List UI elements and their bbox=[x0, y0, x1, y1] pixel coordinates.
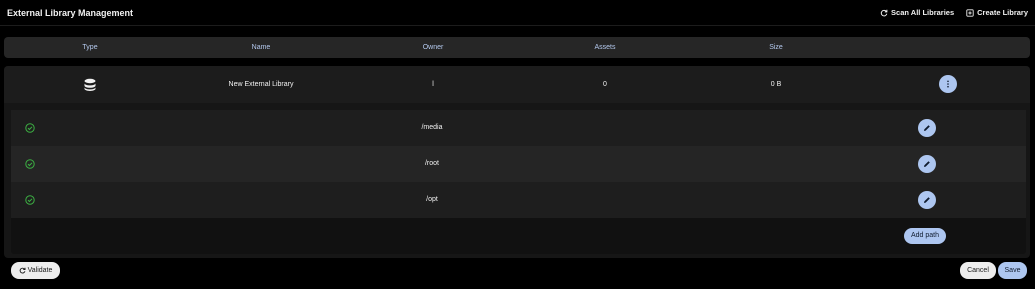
table-header: Type Name Owner Assets Size bbox=[4, 37, 1030, 58]
plus-box-icon bbox=[966, 8, 974, 17]
refresh-icon bbox=[19, 267, 26, 274]
path-row: /root bbox=[11, 146, 1026, 182]
check-circle-icon bbox=[25, 123, 35, 133]
path-value: /opt bbox=[426, 196, 438, 203]
scan-all-libraries-button[interactable]: Scan All Libraries bbox=[880, 8, 954, 17]
library-row[interactable]: New External Library l 0 0 B bbox=[4, 66, 1030, 103]
library-name: New External Library bbox=[228, 81, 294, 88]
create-library-button[interactable]: Create Library bbox=[966, 8, 1028, 17]
pencil-icon bbox=[924, 161, 930, 167]
validate-button[interactable]: Validate bbox=[11, 262, 60, 279]
more-vertical-icon bbox=[947, 80, 949, 88]
column-header-size: Size bbox=[769, 44, 783, 51]
page-title: External Library Management bbox=[7, 7, 134, 18]
path-row: /media bbox=[11, 110, 1026, 146]
save-button[interactable]: Save bbox=[998, 262, 1027, 279]
column-header-owner: Owner bbox=[422, 44, 444, 51]
edit-path-button[interactable] bbox=[918, 119, 936, 137]
check-circle-icon bbox=[25, 195, 35, 205]
pencil-icon bbox=[924, 197, 930, 203]
column-header-assets: Assets bbox=[594, 44, 616, 51]
edit-path-button[interactable] bbox=[918, 155, 936, 173]
scan-all-libraries-label: Scan All Libraries bbox=[891, 8, 955, 17]
path-value: /media bbox=[421, 124, 443, 131]
column-header-type: Type bbox=[82, 44, 98, 51]
edit-path-button[interactable] bbox=[918, 191, 936, 209]
import-paths-panel: /media /root /opt Add path bbox=[11, 110, 1026, 254]
pencil-icon bbox=[924, 125, 930, 131]
refresh-icon bbox=[880, 9, 888, 16]
top-bar: External Library Management Scan All Lib… bbox=[0, 0, 1035, 26]
path-row: /opt bbox=[11, 182, 1026, 218]
create-library-label: Create Library bbox=[977, 8, 1028, 17]
database-icon bbox=[84, 78, 96, 91]
cancel-button[interactable]: Cancel bbox=[960, 262, 996, 279]
library-owner: l bbox=[432, 81, 434, 88]
validate-label: Validate bbox=[27, 267, 53, 274]
add-path-button[interactable]: Add path bbox=[904, 228, 946, 244]
library-size: 0 B bbox=[770, 81, 782, 88]
top-actions: Scan All Libraries Create Library bbox=[880, 8, 1028, 17]
check-circle-icon bbox=[25, 159, 35, 169]
library-options-button[interactable] bbox=[939, 75, 957, 93]
library-block: New External Library l 0 0 B /media /roo… bbox=[4, 66, 1030, 258]
column-header-name: Name bbox=[251, 44, 271, 51]
library-assets: 0 bbox=[603, 81, 607, 88]
path-value: /root bbox=[424, 160, 440, 167]
